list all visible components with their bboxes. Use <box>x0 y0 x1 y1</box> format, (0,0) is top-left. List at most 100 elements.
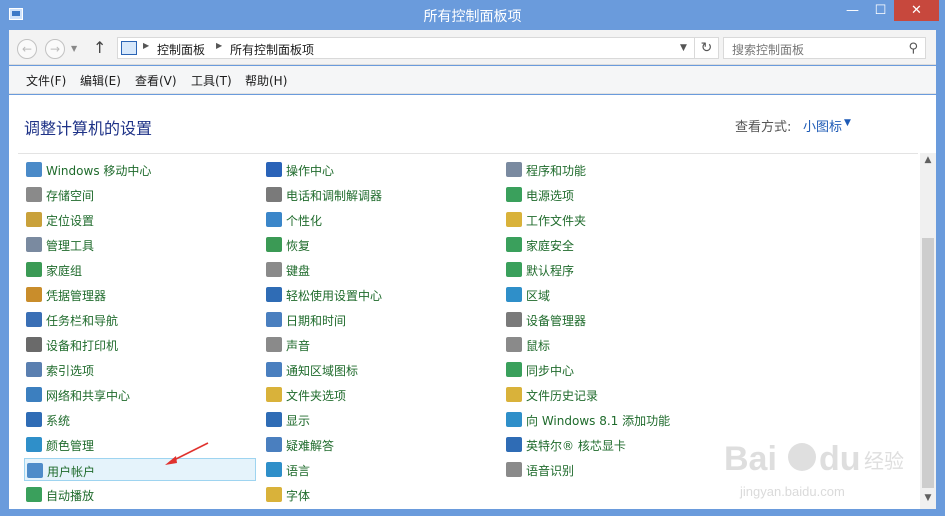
add-features-icon <box>506 412 522 427</box>
maximize-button[interactable]: ☐ <box>867 0 894 21</box>
control-panel-item[interactable]: Windows 移动中心 <box>24 158 256 181</box>
recovery-icon <box>266 237 282 252</box>
control-panel-item[interactable]: 语音识别 <box>504 458 736 481</box>
control-panel-item[interactable]: 颜色管理 <box>24 433 256 456</box>
action-center-icon <box>266 162 282 177</box>
control-panel-item[interactable]: 凭据管理器 <box>24 283 256 306</box>
scroll-down-icon[interactable]: ▼ <box>920 493 936 507</box>
control-panel-item-label: 语音识别 <box>526 464 575 478</box>
breadcrumb-separator-icon[interactable]: ▶ <box>143 41 149 50</box>
system-icon <box>26 412 42 427</box>
breadcrumb-all-items[interactable]: 所有控制面板项 <box>230 41 314 58</box>
control-panel-item[interactable]: 疑难解答 <box>264 433 496 456</box>
control-panel-item[interactable]: 用户帐户 <box>24 458 256 481</box>
control-panel-item[interactable]: 程序和功能 <box>504 158 736 181</box>
control-panel-item[interactable]: 定位设置 <box>24 208 256 231</box>
control-panel-item-label: 声音 <box>286 339 311 353</box>
control-panel-item[interactable]: 语言 <box>264 458 496 481</box>
recent-locations-chevron-icon[interactable]: ▼ <box>71 44 77 53</box>
control-panel-item[interactable]: 文件夹选项 <box>264 383 496 406</box>
menu-tools[interactable]: 工具(T) <box>191 72 232 89</box>
control-panel-item[interactable]: 区域 <box>504 283 736 306</box>
control-panel-item-label: 管理工具 <box>46 239 95 253</box>
control-panel-item[interactable]: 向 Windows 8.1 添加功能 <box>504 408 736 431</box>
storage-spaces-icon <box>26 187 42 202</box>
control-panel-item[interactable]: 显示 <box>264 408 496 431</box>
control-panel-item-label: 定位设置 <box>46 214 95 228</box>
control-panel-item[interactable]: 操作中心 <box>264 158 496 181</box>
control-panel-item[interactable]: 系统 <box>24 408 256 431</box>
control-panel-item[interactable]: 自动播放 <box>24 483 256 506</box>
control-panel-item-label: 文件夹选项 <box>286 389 347 403</box>
svg-text:du: du <box>819 440 861 478</box>
menu-help[interactable]: 帮助(H) <box>245 72 287 89</box>
control-panel-item[interactable]: 轻松使用设置中心 <box>264 283 496 306</box>
view-by-dropdown[interactable]: 小图标 <box>803 116 842 135</box>
control-panel-item[interactable]: 恢复 <box>264 233 496 256</box>
scroll-thumb[interactable] <box>922 238 934 488</box>
control-panel-item[interactable]: 网络和共享中心 <box>24 383 256 406</box>
control-panel-item[interactable]: 鼠标 <box>504 333 736 356</box>
personalization-icon <box>266 212 282 227</box>
address-field[interactable]: ▶ 控制面板 ▶ 所有控制面板项 ▼ <box>117 37 695 59</box>
scroll-up-icon[interactable]: ▲ <box>920 155 936 169</box>
display-icon <box>266 412 282 427</box>
menu-bar: 文件(F) 编辑(E) 查看(V) 工具(T) 帮助(H) <box>9 66 936 94</box>
programs-features-icon <box>506 162 522 177</box>
control-panel-item[interactable]: 设备和打印机 <box>24 333 256 356</box>
address-dropdown-chevron-icon[interactable]: ▼ <box>680 43 687 53</box>
control-panel-item[interactable]: 家庭安全 <box>504 233 736 256</box>
control-panel-item[interactable]: 通知区域图标 <box>264 358 496 381</box>
control-panel-item[interactable]: 存储空间 <box>24 183 256 206</box>
control-panel-item[interactable]: 字体 <box>264 483 496 506</box>
up-button[interactable]: ↑ <box>93 38 106 57</box>
control-panel-item-label: 设备管理器 <box>526 314 587 328</box>
control-panel-item[interactable]: 索引选项 <box>24 358 256 381</box>
control-panel-item-label: 电源选项 <box>526 189 575 203</box>
menu-file[interactable]: 文件(F) <box>26 72 66 89</box>
breadcrumb-separator-icon[interactable]: ▶ <box>216 41 222 50</box>
forward-button[interactable]: → <box>45 39 65 59</box>
refresh-button[interactable]: ↻ <box>695 37 719 59</box>
control-panel-item[interactable]: 电话和调制解调器 <box>264 183 496 206</box>
control-panel-item[interactable]: 文件历史记录 <box>504 383 736 406</box>
search-input[interactable]: 搜索控制面板 ⚲ <box>723 37 926 59</box>
baidu-jingyan-watermark: Bai du 经验 jingyan.baidu.com <box>724 440 904 499</box>
region-icon <box>506 287 522 302</box>
breadcrumb-control-panel[interactable]: 控制面板 <box>157 41 205 58</box>
control-panel-item-label: 语言 <box>286 464 311 478</box>
control-panel-item-label: 文件历史记录 <box>526 389 599 403</box>
user-accounts-icon <box>27 463 43 478</box>
control-panel-item-label: 颜色管理 <box>46 439 95 453</box>
control-panel-item[interactable]: 设备管理器 <box>504 308 736 331</box>
control-panel-item[interactable]: 工作文件夹 <box>504 208 736 231</box>
printer-icon <box>26 337 42 352</box>
control-panel-item[interactable]: 声音 <box>264 333 496 356</box>
back-button[interactable]: ← <box>17 39 37 59</box>
device-manager-icon <box>506 312 522 327</box>
sync-center-icon <box>506 362 522 377</box>
sound-icon <box>266 337 282 352</box>
control-panel-item-label: 用户帐户 <box>47 465 96 479</box>
close-button[interactable]: ✕ <box>894 0 939 21</box>
control-panel-item[interactable]: 日期和时间 <box>264 308 496 331</box>
control-panel-item[interactable]: 默认程序 <box>504 258 736 281</box>
menu-view[interactable]: 查看(V) <box>135 72 177 89</box>
control-panel-item[interactable]: 英特尔® 核芯显卡 <box>504 433 736 456</box>
control-panel-item[interactable]: 个性化 <box>264 208 496 231</box>
control-panel-item[interactable]: 电源选项 <box>504 183 736 206</box>
vertical-scrollbar[interactable]: ▲ ▼ <box>920 153 936 509</box>
control-panel-item[interactable]: 同步中心 <box>504 358 736 381</box>
date-time-icon <box>266 312 282 327</box>
language-icon <box>266 462 282 477</box>
search-icon[interactable]: ⚲ <box>908 41 918 56</box>
header-divider <box>18 153 918 154</box>
admin-tools-icon <box>26 237 42 252</box>
control-panel-item[interactable]: 键盘 <box>264 258 496 281</box>
control-panel-item[interactable]: 管理工具 <box>24 233 256 256</box>
minimize-button[interactable]: — <box>838 0 867 21</box>
control-panel-item[interactable]: 家庭组 <box>24 258 256 281</box>
menu-edit[interactable]: 编辑(E) <box>80 72 121 89</box>
control-panel-item[interactable]: 任务栏和导航 <box>24 308 256 331</box>
view-by-chevron-down-icon[interactable]: ▼ <box>844 118 851 128</box>
